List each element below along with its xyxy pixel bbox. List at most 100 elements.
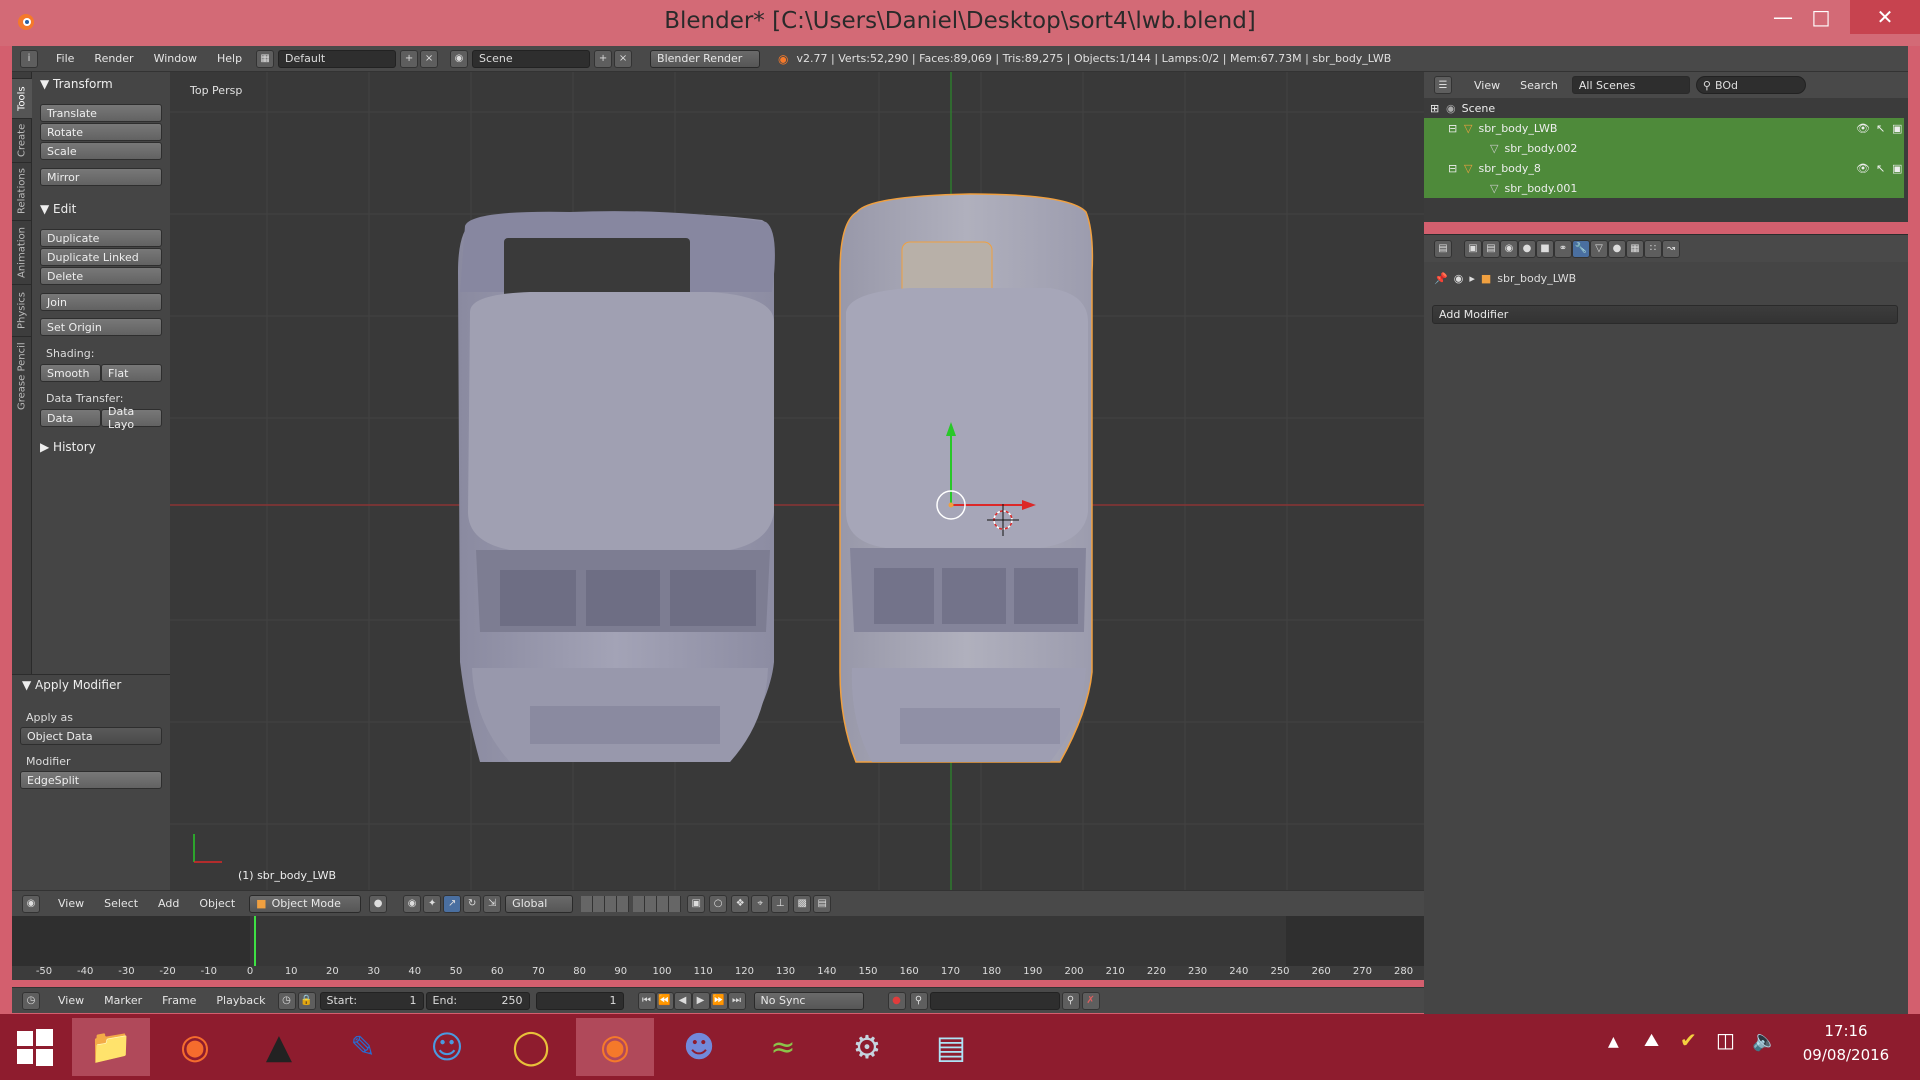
3d-viewport[interactable] xyxy=(170,72,1424,890)
renderable-camera-icon[interactable]: ▣ xyxy=(1892,122,1902,135)
taskbar-network-app[interactable]: ≈ xyxy=(744,1018,822,1076)
display-mode-select[interactable]: All Scenes xyxy=(1571,76,1690,94)
taskbar-inkscape[interactable]: ▲ xyxy=(240,1018,318,1076)
collapse-icon[interactable]: ⊟ xyxy=(1448,162,1460,175)
modifiers-tab-icon[interactable]: 🔧 xyxy=(1572,239,1590,258)
sync-select[interactable]: No Sync xyxy=(753,991,864,1010)
jump-keyframe-forward-icon[interactable]: ⏩ xyxy=(709,991,728,1010)
join-button[interactable]: Join xyxy=(40,293,162,311)
menu-playback[interactable]: Playback xyxy=(206,994,275,1007)
scale-manipulator-icon[interactable]: ⇲ xyxy=(483,894,502,913)
pin-icon[interactable]: 📌 xyxy=(1434,272,1448,285)
outliner-menu-search[interactable]: Search xyxy=(1510,79,1568,92)
transform-panel-header[interactable]: ▼ Transform xyxy=(40,77,113,91)
scale-button[interactable]: Scale xyxy=(40,142,162,160)
taskbar-paint[interactable]: ✎ xyxy=(324,1018,402,1076)
car-mesh-right-selected[interactable] xyxy=(839,193,1094,763)
play-icon[interactable]: ▶ xyxy=(691,991,710,1010)
rotate-manipulator-icon[interactable]: ↻ xyxy=(463,894,482,913)
data-tab-icon[interactable]: ▽ xyxy=(1590,239,1608,258)
taskbar-chrome[interactable]: ◯ xyxy=(492,1018,570,1076)
orientation-select[interactable]: Global xyxy=(505,894,574,913)
menu-view[interactable]: View xyxy=(48,897,94,910)
outliner-row-sbr-body-8[interactable]: ⊟ ▽ sbr_body_8 👁 ↖ ▣ xyxy=(1424,158,1904,178)
clock-date[interactable]: 09/08/2016 xyxy=(1790,1046,1902,1064)
apply-as-select[interactable]: Object Data xyxy=(20,727,162,745)
proportional-edit-icon[interactable]: ○ xyxy=(709,894,728,913)
smooth-button[interactable]: Smooth xyxy=(40,364,101,382)
menu-help[interactable]: Help xyxy=(207,52,252,65)
start-button[interactable] xyxy=(0,1018,70,1076)
taskbar-origin[interactable]: ◉ xyxy=(156,1018,234,1076)
viewport-canvas[interactable] xyxy=(170,72,1424,890)
insert-keyframe-icon[interactable]: ⚲ xyxy=(1061,991,1080,1010)
render-layers-tab-icon[interactable]: ▤ xyxy=(1482,239,1500,258)
keying-set-icon[interactable]: ⚲ xyxy=(909,991,928,1010)
snap-icon[interactable]: ❖ xyxy=(731,894,750,913)
taskbar-blender[interactable]: ◉ xyxy=(576,1018,654,1076)
outliner-editor-icon[interactable]: ☰ xyxy=(1434,76,1452,94)
snap-target-icon[interactable]: ⊥ xyxy=(771,894,790,913)
collapse-icon[interactable]: ⊟ xyxy=(1448,122,1460,135)
clock-time[interactable]: 17:16 xyxy=(1790,1022,1902,1040)
add-modifier-select[interactable]: Add Modifier xyxy=(1432,305,1898,324)
start-frame-field[interactable]: Start: 1 xyxy=(319,991,424,1010)
scene-field[interactable]: Scene xyxy=(472,49,591,68)
jump-start-icon[interactable]: ⏮ xyxy=(637,991,656,1010)
tab-relations[interactable]: Relations xyxy=(12,162,32,220)
world-tab-icon[interactable]: ● xyxy=(1518,239,1536,258)
use-preview-range-icon[interactable]: ◷ xyxy=(277,991,296,1010)
menu-select[interactable]: Select xyxy=(94,897,148,910)
data-layo-button[interactable]: Data Layo xyxy=(101,405,162,431)
menu-render[interactable]: Render xyxy=(84,52,143,65)
tab-create[interactable]: Create xyxy=(12,118,32,162)
add-scene-icon[interactable]: + xyxy=(594,49,613,68)
outliner-row-sbr-body-001[interactable]: ▽ sbr_body.001 xyxy=(1424,178,1904,198)
current-frame-indicator[interactable] xyxy=(254,916,256,970)
taskbar-discord[interactable]: ☻ xyxy=(660,1018,738,1076)
editor-type-icon[interactable]: ◉ xyxy=(22,894,40,913)
remove-layout-icon[interactable]: × xyxy=(420,49,439,68)
renderable-camera-icon[interactable]: ▣ xyxy=(1892,162,1902,175)
flat-button[interactable]: Flat xyxy=(101,364,162,382)
material-tab-icon[interactable]: ● xyxy=(1608,239,1626,258)
outliner-menu-view[interactable]: View xyxy=(1464,79,1510,92)
mode-select[interactable]: ■ Object Mode xyxy=(249,894,362,913)
pivot-point-icon[interactable]: ◉ xyxy=(403,894,422,913)
keying-set-field[interactable] xyxy=(929,991,1060,1010)
data-button[interactable]: Data xyxy=(40,409,101,427)
record-icon[interactable]: ● xyxy=(887,991,906,1010)
scene-icon[interactable]: ◉ xyxy=(450,49,469,68)
physics-tab-icon[interactable]: ↝ xyxy=(1662,239,1680,258)
manipulator-toggle-icon[interactable]: ✦ xyxy=(423,894,442,913)
volume-icon[interactable]: 🔈 xyxy=(1752,1028,1777,1052)
render-anim-icon[interactable]: ▤ xyxy=(813,894,832,913)
show-hidden-icons[interactable]: ▲ xyxy=(1608,1034,1619,1050)
tray-app-icon[interactable]: ⛰ xyxy=(1644,1030,1659,1051)
timeline-editor-icon[interactable]: ◷ xyxy=(22,991,40,1010)
taskbar-file-explorer[interactable]: 📁 xyxy=(72,1018,150,1076)
visibility-eye-icon[interactable]: 👁 xyxy=(1856,162,1870,175)
end-frame-field[interactable]: End: 250 xyxy=(425,991,530,1010)
collapse-icon[interactable]: ⊞ xyxy=(1430,102,1442,115)
car-mesh-left[interactable] xyxy=(458,211,775,763)
remove-scene-icon[interactable]: × xyxy=(614,49,633,68)
lock-range-icon[interactable]: 🔒 xyxy=(297,991,316,1010)
translate-button[interactable]: Translate xyxy=(40,104,162,122)
menu-add[interactable]: Add xyxy=(148,897,189,910)
mirror-button[interactable]: Mirror xyxy=(40,168,162,186)
scene-tab-icon[interactable]: ◉ xyxy=(1500,239,1518,258)
add-layout-icon[interactable]: + xyxy=(400,49,419,68)
layout-icon[interactable]: ▦ xyxy=(256,49,275,68)
texture-tab-icon[interactable]: ▦ xyxy=(1626,239,1644,258)
layout-field[interactable]: Default xyxy=(278,49,397,68)
translate-manipulator-icon[interactable]: ↗ xyxy=(443,894,462,913)
tab-physics[interactable]: Physics xyxy=(12,284,32,336)
selectable-arrow-icon[interactable]: ↖ xyxy=(1876,162,1885,175)
menu-file[interactable]: File xyxy=(46,52,84,65)
rotate-button[interactable]: Rotate xyxy=(40,123,162,141)
menu-window[interactable]: Window xyxy=(144,52,207,65)
layer-buttons-a[interactable] xyxy=(581,895,630,912)
render-engine-select[interactable]: Blender Render xyxy=(650,49,761,68)
taskbar-notepad[interactable]: ▤ xyxy=(912,1018,990,1076)
